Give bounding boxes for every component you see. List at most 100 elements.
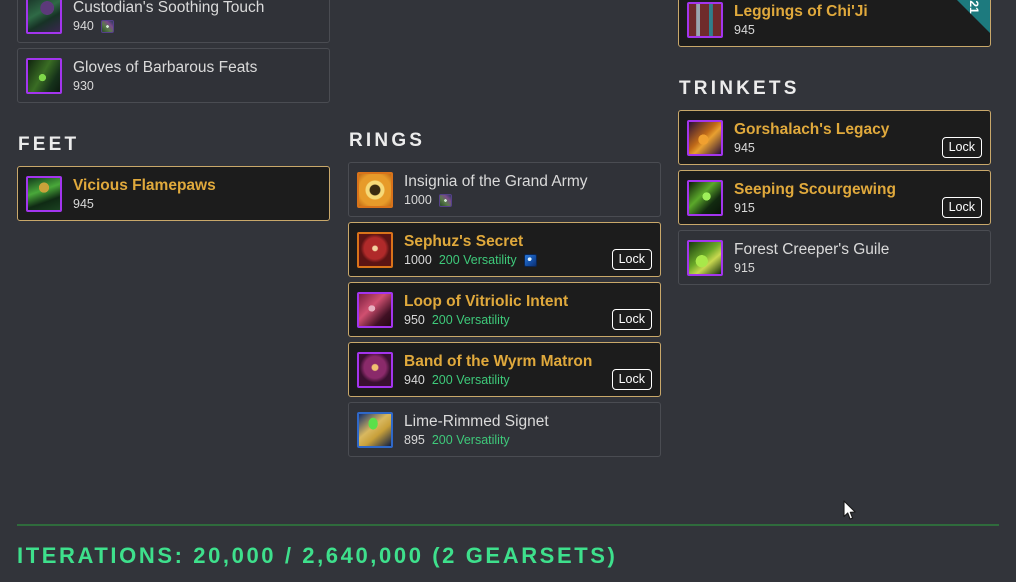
item-name: Forest Creeper's Guile	[734, 241, 890, 258]
item-icon	[26, 175, 62, 212]
item-icon	[687, 239, 723, 276]
iterations-status: ITERATIONS: 20,000 / 2,640,000 (2 GEARSE…	[17, 543, 618, 568]
item-meta: 945	[734, 141, 942, 155]
item-icon-art	[28, 0, 60, 32]
item-level: 1000	[404, 193, 432, 207]
item-icon	[687, 1, 723, 38]
item-name: Lime-Rimmed Signet	[404, 413, 549, 430]
prismatic-gem-icon	[100, 19, 114, 33]
item-card[interactable]: Insignia of the Grand Army 1000	[348, 162, 661, 217]
item-meta: 945	[734, 23, 982, 37]
item-stat: 200 Versatility	[431, 373, 510, 387]
item-name: Custodian's Soothing Touch	[73, 0, 265, 16]
footer-bar: ITERATIONS: 20,000 / 2,640,000 (2 GEARSE…	[0, 524, 1016, 582]
item-icon-art	[359, 293, 391, 326]
gear-board: Custodian's Soothing Touch 940 Gloves of B…	[0, 0, 1016, 520]
item-name: Gloves of Barbarous Feats	[73, 59, 258, 76]
item-level: 945	[734, 141, 755, 155]
item-icon	[26, 57, 62, 94]
item-level: 915	[734, 261, 755, 275]
item-icon-art	[359, 353, 391, 386]
item-icon	[687, 119, 723, 156]
item-info: Vicious Flamepaws 945	[73, 176, 321, 211]
item-card[interactable]: Vicious Flamepaws 945	[17, 166, 330, 221]
item-info: Gloves of Barbarous Feats 930	[73, 58, 321, 93]
item-info: Loop of Vitriolic Intent 950 200 Versatili…	[404, 292, 612, 327]
item-icon	[687, 179, 723, 216]
item-stat: 200 Versatility	[438, 253, 517, 267]
item-icon	[357, 291, 393, 328]
item-meta: 930	[73, 79, 321, 93]
blue-gem-icon	[523, 253, 537, 267]
item-meta: 915	[734, 201, 942, 215]
item-icon	[357, 231, 393, 268]
item-icon	[26, 0, 62, 34]
item-info: Band of the Wyrm Matron 940 200 Versatilit…	[404, 352, 612, 387]
item-meta: 940	[73, 19, 321, 33]
item-info: Sephuz's Secret 1000 200 Versatility	[404, 232, 612, 267]
item-icon	[357, 171, 393, 208]
item-card[interactable]: Forest Creeper's Guile 915	[678, 230, 991, 285]
prismatic-gem-icon	[438, 193, 452, 207]
item-level: 950	[404, 313, 425, 327]
item-icon-art	[359, 233, 391, 266]
item-level: 940	[73, 19, 94, 33]
item-name: Loop of Vitriolic Intent	[404, 293, 569, 310]
item-name: Seeping Scourgewing	[734, 181, 896, 198]
lock-button[interactable]: Lock	[611, 309, 652, 330]
item-card[interactable]: Seeping Scourgewing 915 Lock	[678, 170, 991, 225]
item-level: 915	[734, 201, 755, 215]
item-card[interactable]: Gloves of Barbarous Feats 930	[17, 48, 330, 103]
item-icon	[357, 411, 393, 448]
section-title: FEET	[18, 134, 80, 155]
item-icon-art	[28, 59, 60, 92]
item-meta: 940 200 Versatility	[404, 373, 612, 387]
item-meta: 915	[734, 261, 982, 275]
item-level: 1000	[404, 253, 432, 267]
item-name: Insignia of the Grand Army	[404, 173, 588, 190]
item-card[interactable]: Loop of Vitriolic Intent 950 200 Versatili…	[348, 282, 661, 337]
lock-button[interactable]: Lock	[611, 249, 652, 270]
item-icon-art	[689, 121, 721, 154]
item-info: Custodian's Soothing Touch 940	[73, 0, 321, 33]
item-info: Insignia of the Grand Army 1000	[404, 172, 652, 207]
item-card[interactable]: Lime-Rimmed Signet 895 200 Versatility	[348, 402, 661, 457]
item-card[interactable]: Band of the Wyrm Matron 940 200 Versatilit…	[348, 342, 661, 397]
item-level: 895	[404, 433, 425, 447]
item-name: Gorshalach's Legacy	[734, 121, 890, 138]
item-meta: 895 200 Versatility	[404, 433, 652, 447]
item-name: Leggings of Chi'Ji	[734, 3, 868, 20]
item-card[interactable]: Sephuz's Secret 1000 200 Versatility Lock	[348, 222, 661, 277]
item-level: 930	[73, 79, 94, 93]
section-title: TRINKETS	[679, 78, 800, 99]
item-stat: 200 Versatility	[431, 313, 510, 327]
item-icon-art	[689, 3, 721, 36]
lock-button[interactable]: Lock	[941, 197, 982, 218]
item-info: Gorshalach's Legacy 945	[734, 120, 942, 155]
item-name: Band of the Wyrm Matron	[404, 353, 593, 370]
lock-button[interactable]: Lock	[941, 137, 982, 158]
item-name: Sephuz's Secret	[404, 233, 524, 250]
item-name: Vicious Flamepaws	[73, 177, 216, 194]
item-card[interactable]: Leggings of Chi'Ji 945 21	[678, 0, 991, 47]
item-meta: 945	[73, 197, 321, 211]
item-icon	[357, 351, 393, 388]
item-info: Lime-Rimmed Signet 895 200 Versatility	[404, 412, 652, 447]
item-icon-art	[28, 177, 60, 210]
item-stat: 200 Versatility	[431, 433, 510, 447]
item-level: 945	[73, 197, 94, 211]
gear-column-middle: RINGS Insignia of the Grand Army 1000 Sephu…	[348, 130, 661, 462]
item-info: Seeping Scourgewing 915	[734, 180, 942, 215]
item-meta: 1000 200 Versatility	[404, 253, 612, 267]
item-card[interactable]: Custodian's Soothing Touch 940	[17, 0, 330, 43]
item-icon-art	[359, 173, 391, 206]
item-level: 940	[404, 373, 425, 387]
section-title: RINGS	[349, 130, 426, 151]
item-info: Leggings of Chi'Ji 945	[734, 2, 982, 37]
item-icon-art	[689, 181, 721, 214]
item-card[interactable]: Gorshalach's Legacy 945 Lock	[678, 110, 991, 165]
item-icon-art	[359, 413, 391, 446]
item-icon-art	[689, 241, 721, 274]
lock-button[interactable]: Lock	[611, 369, 652, 390]
footer-divider	[17, 524, 999, 526]
